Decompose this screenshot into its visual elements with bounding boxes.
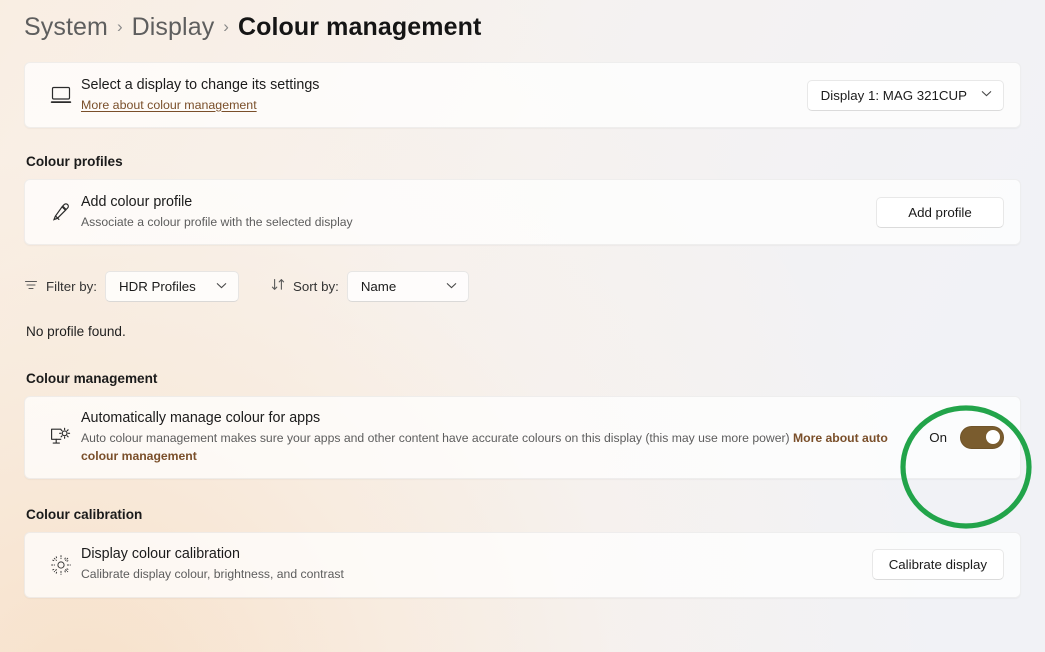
add-colour-profile-subtitle: Associate a colour profile with the sele… [81, 214, 353, 229]
sort-icon [271, 278, 285, 296]
auto-colour-management-text: Automatically manage colour for apps Aut… [81, 397, 929, 478]
filter-by-dropdown[interactable]: HDR Profiles [104, 271, 239, 302]
settings-page: System › Display › Colour management Sel… [0, 0, 1045, 598]
more-about-colour-management-link[interactable]: More about colour management [81, 98, 257, 112]
chevron-down-icon [216, 282, 227, 292]
brightness-sunburst-icon [41, 554, 81, 576]
filter-by-label: Filter by: [46, 279, 97, 294]
page-title: Colour management [237, 12, 482, 41]
sort-by-group: Sort by: Name [271, 271, 469, 302]
auto-colour-management-subtitle: Auto colour management makes sure your a… [81, 430, 901, 465]
display-selector-card: Select a display to change its settings … [24, 62, 1021, 128]
colour-calibration-heading: Colour calibration [26, 506, 143, 522]
monitor-icon [41, 85, 81, 105]
display-colour-calibration-card: Display colour calibration Calibrate dis… [24, 531, 1021, 598]
filter-by-value: HDR Profiles [118, 279, 196, 294]
sort-by-dropdown[interactable]: Name [346, 271, 469, 302]
chevron-down-icon [446, 282, 457, 292]
toggle-state-label: On [929, 429, 947, 445]
breadcrumb-item-display[interactable]: Display [132, 13, 215, 42]
auto-colour-management-card: Automatically manage colour for apps Aut… [24, 396, 1021, 479]
breadcrumb-separator-icon: › [116, 17, 123, 36]
display-colour-calibration-subtitle: Calibrate display colour, brightness, an… [81, 567, 344, 582]
auto-colour-management-toggle[interactable] [960, 425, 1004, 449]
sort-by-label: Sort by: [292, 279, 339, 294]
display-selector-dropdown[interactable]: Display 1: MAG 321CUP [806, 79, 1004, 111]
add-colour-profile-text: Add colour profile Associate a colour pr… [81, 193, 876, 232]
profile-filter-row: Filter by: HDR Profiles Sort by: Name [24, 271, 1021, 302]
display-colour-calibration-text: Display colour calibration Calibrate dis… [81, 545, 872, 584]
display-colour-calibration-title: Display colour calibration [81, 546, 240, 563]
display-selector-value: Display 1: MAG 321CUP [820, 87, 967, 103]
colour-profiles-section: Colour profiles Add colour profile Assoc… [24, 154, 1021, 245]
colour-profiles-heading: Colour profiles [26, 154, 123, 169]
breadcrumb-separator-icon: › [223, 17, 229, 36]
filter-icon [24, 278, 38, 296]
eyedropper-icon [41, 201, 81, 223]
filter-by-group: Filter by: HDR Profiles [24, 271, 239, 302]
add-colour-profile-card: Add colour profile Associate a colour pr… [24, 179, 1021, 245]
colour-management-section: Colour management Automatically manage c… [24, 371, 1021, 479]
monitor-brightness-icon [41, 426, 81, 448]
auto-colour-management-title: Automatically manage colour for apps [81, 410, 321, 426]
breadcrumb-item-system[interactable]: System [24, 13, 108, 42]
toggle-knob [986, 430, 1000, 445]
colour-calibration-section: Colour calibration Display colour calibr… [24, 507, 1021, 598]
add-profile-button[interactable]: Add profile [876, 196, 1004, 228]
auto-colour-management-description: Auto colour management makes sure your a… [81, 431, 790, 446]
no-profile-message: No profile found. [26, 324, 126, 339]
add-colour-profile-title: Add colour profile [81, 193, 193, 210]
display-selector-title: Select a display to change its settings [81, 77, 320, 94]
chevron-down-icon [981, 90, 992, 100]
auto-colour-management-toggle-group: On [929, 425, 1004, 449]
display-selector-text: Select a display to change its settings … [81, 76, 807, 113]
sort-by-value: Name [360, 279, 397, 294]
breadcrumb: System › Display › Colour management [24, 0, 1021, 48]
calibrate-display-button[interactable]: Calibrate display [871, 549, 1004, 581]
colour-management-heading: Colour management [26, 371, 158, 386]
